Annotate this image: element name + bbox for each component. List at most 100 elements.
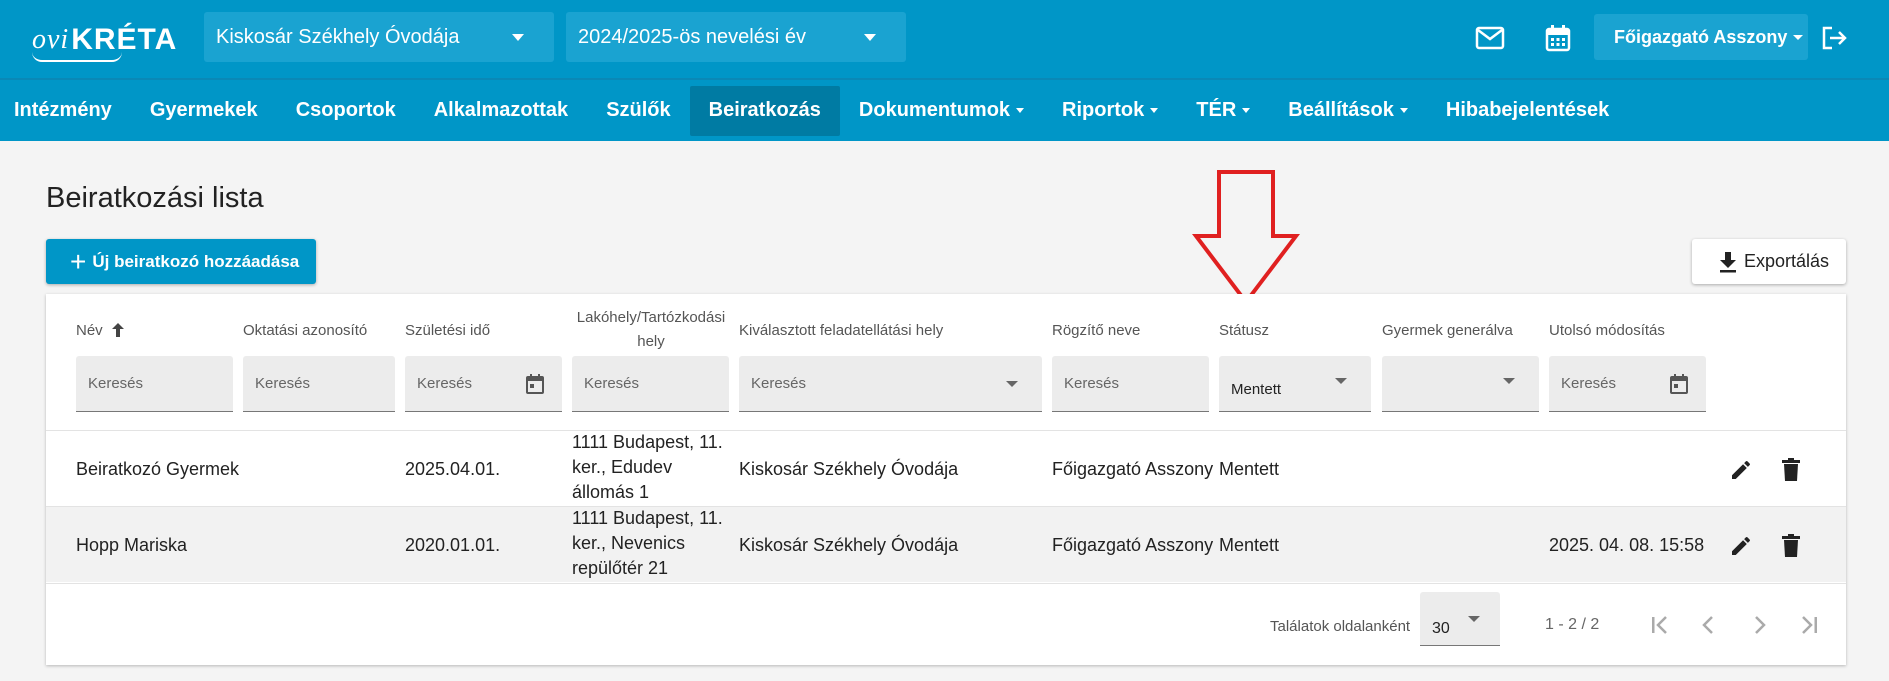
ovikreta-logo[interactable]: ovi KRÉTA [32,18,177,62]
chevron-down-icon [864,34,876,41]
caret-down-icon [1242,108,1251,113]
nav-item-csoportok[interactable]: Csoportok [277,86,415,136]
cell-name: Hopp Mariska [76,534,188,555]
nav-label: Intézmény [14,99,112,121]
column-header-location[interactable]: Kiválasztott feladatellátási hely [739,310,943,350]
nav-label: TÉR [1196,99,1237,121]
add-enrollee-label: Új beiratkozó hozzáadása [92,251,300,271]
chevron-down-icon [1503,378,1515,384]
generated-filter-select[interactable] [1382,356,1539,412]
calendar-icon[interactable] [526,374,544,394]
export-label: Exportálás [1744,251,1830,271]
birth-date-filter-input[interactable]: Keresés [405,356,562,412]
main-nav: Intézmény Gyermekek Csoportok Alkalmazot… [0,78,1889,141]
institution-select-value: Kiskosár Székhely Óvodája [216,25,460,48]
column-header-recorder[interactable]: Rögzítő neve [1052,310,1140,350]
top-bar: ovi KRÉTA Kiskosár Székhely Óvodája 2024… [0,0,1889,78]
table-row[interactable]: Beiratkozó Gyermek 2025.04.01. 1111 Buda… [46,430,1846,506]
column-header-label: hely [637,333,665,350]
address-line: ker., Nevenics [572,533,686,553]
filter-placeholder: Keresés [417,375,473,392]
page-range: 1 - 2 / 2 [1545,616,1600,633]
table-row[interactable]: Hopp Mariska 2020.01.01. 1111 Budapest, … [46,506,1846,582]
nav-label: Csoportok [295,99,396,121]
edit-icon[interactable] [1726,455,1756,485]
nav-item-beiratkozas[interactable]: Beiratkozás [689,85,840,136]
recorder-filter-input[interactable]: Keresés [1052,356,1209,412]
sort-ascending-icon [111,323,124,337]
column-header-edu-id[interactable]: Oktatási azonosító [243,310,367,350]
cell-name: Beiratkozó Gyermek [76,458,240,479]
cell-recorder: Főigazgató Asszony [1052,534,1214,555]
nav-item-intezmeny[interactable]: Intézmény [0,86,131,136]
column-header-generated[interactable]: Gyermek generálva [1382,310,1513,350]
pagination-bar: Találatok oldalanként 30 1 - 2 / 2 [46,583,1846,665]
caret-down-icon [1793,34,1804,40]
column-header-status[interactable]: Státusz [1219,310,1269,350]
first-page-icon[interactable] [1645,610,1675,640]
edit-icon[interactable] [1726,531,1756,561]
calendar-icon[interactable] [1540,20,1576,56]
calendar-icon[interactable] [1670,374,1688,394]
chevron-down-icon [512,34,524,41]
chevron-down-icon [1335,378,1347,384]
caret-down-icon [1016,108,1025,113]
nav-item-beallitasok[interactable]: Beállítások [1269,86,1427,136]
nav-label: Dokumentumok [858,99,1011,121]
previous-page-icon[interactable] [1694,610,1724,640]
address-filter-input[interactable]: Keresés [572,356,729,412]
logout-icon[interactable] [1816,20,1852,56]
nav-item-hibabejelentesek[interactable]: Hibabejelentések [1427,86,1628,136]
address-line: ker., Edudev [572,457,673,477]
location-filter-select[interactable]: Keresés [739,356,1042,412]
user-name: Főigazgató Asszony [1614,26,1788,47]
column-header-modified[interactable]: Utolsó módosítás [1549,310,1665,350]
cell-status: Mentett [1219,534,1280,555]
per-page-select[interactable]: 30 [1420,592,1500,646]
logo-swoosh [32,52,122,62]
edu-id-filter-input[interactable]: Keresés [243,356,395,412]
user-menu-button[interactable]: Főigazgató Asszony [1594,14,1808,60]
name-filter-input[interactable]: Keresés [76,356,233,412]
nav-item-ter[interactable]: TÉR [1177,86,1269,136]
filter-placeholder: Keresés [88,375,144,392]
status-filter-select[interactable]: Mentett [1219,356,1371,412]
add-enrollee-button[interactable]: + Új beiratkozó hozzáadása [46,239,316,284]
nav-label: Beállítások [1288,99,1394,121]
nav-label: Riportok [1062,99,1145,121]
nav-item-dokumentumok[interactable]: Dokumentumok [840,86,1043,136]
nav-item-riportok[interactable]: Riportok [1043,86,1177,136]
nav-item-gyermekek[interactable]: Gyermekek [131,86,277,136]
status-filter-value: Mentett [1231,381,1282,398]
column-header-address[interactable]: Lakóhely/Tartózkodási hely [572,306,730,356]
filter-placeholder: Keresés [1561,375,1617,392]
column-header-birth[interactable]: Születési idő [405,310,490,350]
address-line: repülőtér 21 [572,558,669,578]
nav-label: Szülők [606,99,671,121]
export-button[interactable]: Exportálás [1692,239,1846,284]
annotation-arrow-icon [1192,170,1300,306]
filter-placeholder: Keresés [584,375,640,392]
nav-item-szulok[interactable]: Szülők [587,86,689,136]
institution-select[interactable]: Kiskosár Székhely Óvodája [204,12,554,62]
nav-label: Hibabejelentések [1445,99,1610,121]
next-page-icon[interactable] [1744,610,1774,640]
delete-icon[interactable] [1776,531,1806,561]
mail-icon[interactable] [1472,20,1508,56]
delete-icon[interactable] [1776,455,1806,485]
school-year-select[interactable]: 2024/2025-ös nevelési év [566,12,906,62]
nav-label: Beiratkozás [708,99,821,121]
last-page-icon[interactable] [1794,610,1824,640]
nav-item-alkalmazottak[interactable]: Alkalmazottak [415,86,588,136]
cell-address: 1111 Budapest, 11. ker., Edudev állomás … [572,430,723,506]
chevron-down-icon [1468,616,1480,622]
cell-status: Mentett [1219,458,1280,479]
cell-modified: 2025. 04. 08. 15:58 [1549,534,1705,555]
column-header-name[interactable]: Név [76,310,125,350]
cell-recorder: Főigazgató Asszony [1052,458,1214,479]
filter-placeholder: Keresés [255,375,311,392]
per-page-value: 30 [1432,620,1450,637]
school-year-select-value: 2024/2025-ös nevelési év [578,25,806,48]
plus-icon: + [70,245,87,277]
modified-date-filter-input[interactable]: Keresés [1549,356,1706,412]
